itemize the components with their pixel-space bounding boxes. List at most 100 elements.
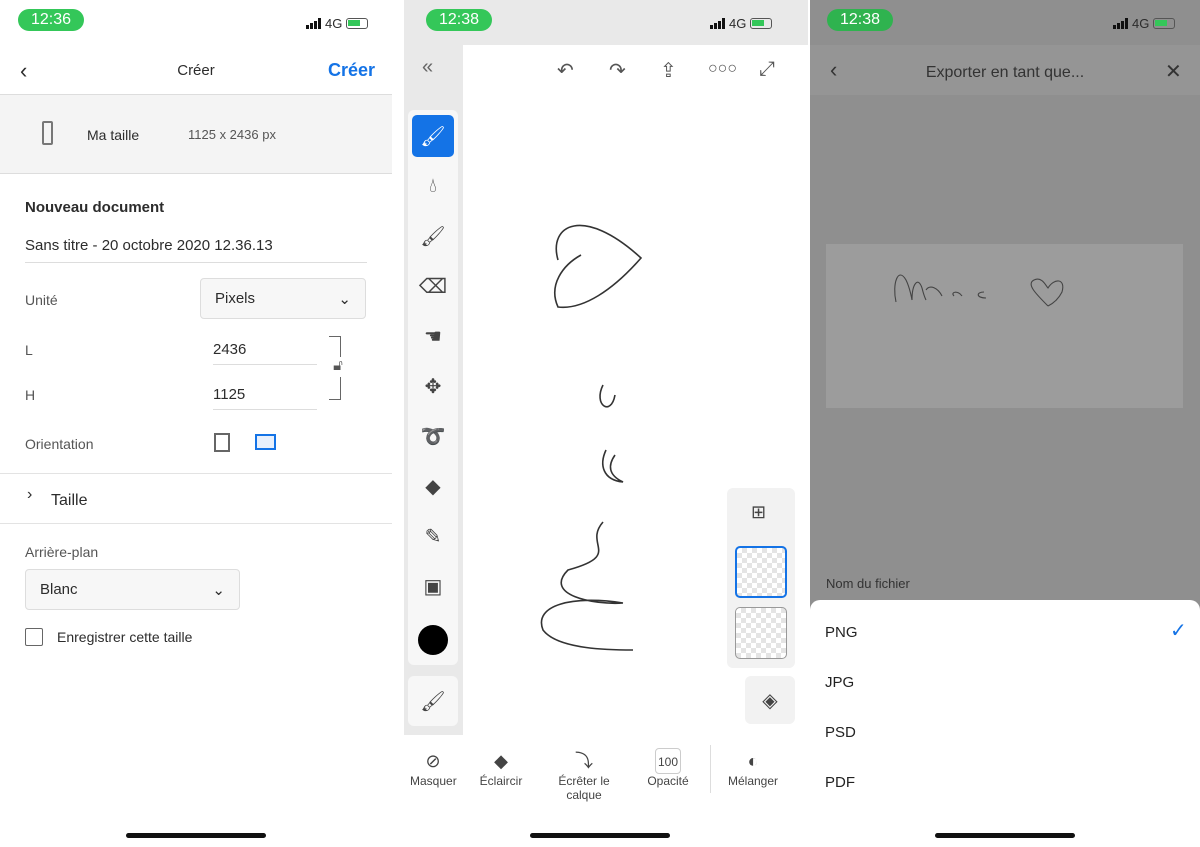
format-option-pdf[interactable]: PDF xyxy=(825,774,855,791)
share-icon[interactable]: ⇪ xyxy=(660,58,677,83)
page-title: Exporter en tant que... xyxy=(925,64,1085,81)
background-select[interactable]: Blanc ⌄ xyxy=(25,569,240,610)
status-icons: 4G xyxy=(710,16,773,31)
phone-icon xyxy=(42,121,53,145)
lighten-label: Éclaircir xyxy=(479,774,523,788)
home-indicator xyxy=(530,833,670,838)
width-label: L xyxy=(25,342,33,358)
status-time: 12:38 xyxy=(426,9,492,31)
blend-button[interactable]: ◐ Mélanger xyxy=(726,748,780,788)
clip-layer-button[interactable]: ⤵ Écrêter le calque xyxy=(540,748,628,802)
unit-label: Unité xyxy=(25,292,58,308)
clip-label: Écrêter le calque xyxy=(558,774,610,802)
width-input[interactable]: 2436 xyxy=(213,341,317,365)
opacity-value: 100 xyxy=(655,748,681,774)
signal-icon xyxy=(1113,18,1128,29)
layers-icon[interactable]: ◈ xyxy=(745,676,795,724)
battery-icon xyxy=(750,18,773,29)
opacity-button[interactable]: 100 Opacité xyxy=(644,748,692,788)
size-label: Taille xyxy=(51,492,88,509)
fullscreen-icon[interactable]: ⤢ xyxy=(759,58,775,81)
document-name-input[interactable]: Sans titre - 20 octobre 2020 12.36.13 xyxy=(25,237,367,263)
create-document-screen: 12:36 4G ‹ Créer Créer Ma taille 1125 x … xyxy=(0,0,392,847)
move-tool-icon[interactable]: ✥ xyxy=(412,365,454,407)
format-option-jpg[interactable]: JPG xyxy=(825,674,854,691)
status-time: 12:36 xyxy=(18,9,84,31)
smudge-tool-icon[interactable]: ☚ xyxy=(412,315,454,357)
unlock-icon[interactable]: 🔓︎ xyxy=(331,357,345,377)
close-icon[interactable]: ✕ xyxy=(1165,59,1182,84)
lighten-button[interactable]: ◆ Éclaircir xyxy=(476,748,526,788)
portrait-orientation-icon[interactable] xyxy=(214,433,230,452)
battery-icon xyxy=(346,18,369,29)
format-option-png[interactable]: PNG xyxy=(825,624,858,641)
status-icons: 4G xyxy=(1113,16,1176,31)
eyedropper-tool-icon[interactable]: ✎ xyxy=(412,515,454,557)
eye-off-icon: ⊘ xyxy=(425,751,441,771)
divider xyxy=(710,745,711,793)
status-time: 12:38 xyxy=(827,9,893,31)
paint-brush-tool-icon[interactable]: 💧︎ xyxy=(412,165,454,207)
checkmark-icon: ✓ xyxy=(1170,620,1187,642)
landscape-orientation-icon[interactable] xyxy=(255,434,276,450)
blend-icon: ◐ xyxy=(747,751,759,771)
preset-label: Ma taille xyxy=(87,127,140,143)
chevron-down-icon: ⌄ xyxy=(212,581,225,599)
mask-button[interactable]: ⊘ Masquer xyxy=(410,748,457,788)
network-type: 4G xyxy=(1132,16,1150,31)
export-screen: 12:38 4G ‹ Exporter en tant que... ✕ Nom… xyxy=(810,0,1200,847)
blend-label: Mélanger xyxy=(727,774,779,788)
add-layer-icon[interactable]: ⊞ xyxy=(751,502,766,523)
unit-select[interactable]: Pixels ⌄ xyxy=(200,278,366,319)
battery-icon xyxy=(1153,18,1176,29)
preview-drawing xyxy=(894,274,1064,307)
color-swatch[interactable] xyxy=(418,625,448,655)
section-title: Nouveau document xyxy=(25,199,165,216)
preset-item[interactable]: Ma taille 1125 x 2436 px xyxy=(0,94,392,174)
more-icon[interactable]: ○○○ xyxy=(708,60,737,78)
height-label: H xyxy=(25,387,36,403)
preset-size: 1125 x 2436 px xyxy=(188,127,276,142)
lasso-tool-icon[interactable]: ➰ xyxy=(412,415,454,457)
unit-value: Pixels xyxy=(215,290,256,307)
format-sheet: PNG ✓ JPG PSD PDF xyxy=(810,600,1200,847)
save-size-checkbox[interactable] xyxy=(25,628,43,646)
network-type: 4G xyxy=(729,16,747,31)
drawing-screen: 12:38 4G « ↶ ↷ ⇪ ○○○ ⤢ 🖌︎ 💧︎ 🖌︎ ⌫ ☚ ✥ ➰ … xyxy=(404,0,808,847)
chevron-down-icon: ⌄ xyxy=(338,290,351,308)
toolbar: 🖌︎ 💧︎ 🖌︎ ⌫ ☚ ✥ ➰ ◆ ✎ ▣ xyxy=(408,110,458,665)
background-label: Arrière-plan xyxy=(25,544,99,560)
layer-thumbnail-active[interactable] xyxy=(735,546,787,598)
signal-icon xyxy=(306,18,321,29)
image-tool-icon[interactable]: ▣ xyxy=(412,565,454,607)
eraser-tool-icon[interactable]: ⌫ xyxy=(412,265,454,307)
home-indicator xyxy=(126,833,266,838)
layers-panel: ⊞ xyxy=(727,488,795,668)
layer-thumbnail[interactable] xyxy=(735,607,787,659)
lighten-icon: ◆ xyxy=(494,751,508,771)
save-size-label: Enregistrer cette taille xyxy=(57,629,193,645)
redo-icon[interactable]: ↷ xyxy=(609,58,626,83)
height-input[interactable]: 1125 xyxy=(213,386,317,410)
brush-tool-icon[interactable]: 🖌︎ xyxy=(412,115,454,157)
network-type: 4G xyxy=(325,16,343,31)
undo-icon[interactable]: ↶ xyxy=(557,58,574,83)
orientation-label: Orientation xyxy=(25,436,94,452)
status-icons: 4G xyxy=(306,16,369,31)
brush-settings-icon[interactable]: 🖌︎ xyxy=(408,676,458,726)
mask-label: Masquer xyxy=(410,774,457,788)
format-option-psd[interactable]: PSD xyxy=(825,724,856,741)
opacity-label: Opacité xyxy=(647,774,689,788)
clip-icon: ⤵ xyxy=(575,751,593,771)
home-indicator xyxy=(935,833,1075,838)
background-value: Blanc xyxy=(40,581,78,598)
size-expander[interactable]: › Taille xyxy=(0,473,392,524)
collapse-icon[interactable]: « xyxy=(422,56,433,79)
chevron-right-icon: › xyxy=(27,486,33,503)
create-button[interactable]: Créer xyxy=(328,60,375,81)
filename-label: Nom du fichier xyxy=(826,576,910,591)
signal-icon xyxy=(710,18,725,29)
header: ‹ Exporter en tant que... ✕ xyxy=(810,45,1200,95)
fill-tool-icon[interactable]: ◆ xyxy=(412,465,454,507)
mixer-brush-tool-icon[interactable]: 🖌︎ xyxy=(412,215,454,257)
